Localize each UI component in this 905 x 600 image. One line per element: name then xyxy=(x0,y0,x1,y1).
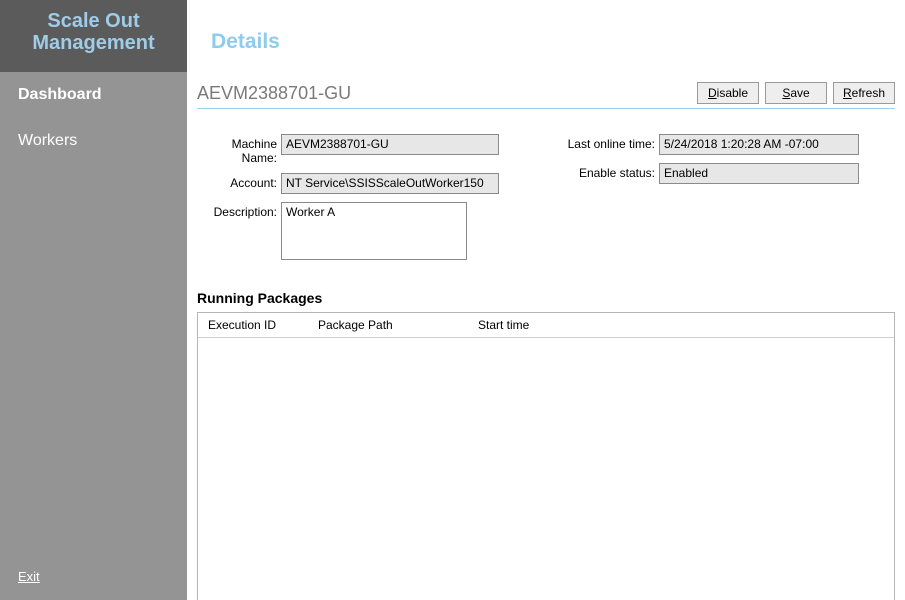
label-last-online: Last online time: xyxy=(555,134,659,151)
row-account: Account: NT Service\SSISScaleOutWorker15… xyxy=(197,173,537,194)
sidebar-footer: Exit xyxy=(18,568,40,586)
field-description[interactable] xyxy=(281,202,467,260)
label-machine-name: Machine Name: xyxy=(197,134,281,165)
app-root: Scale Out Management Dashboard Workers E… xyxy=(0,0,905,600)
col-execution-id[interactable]: Execution ID xyxy=(198,318,308,332)
main: Details AEVM2388701-GU Disable Save Refr… xyxy=(187,0,905,600)
sidebar-item-dashboard[interactable]: Dashboard xyxy=(0,72,187,118)
running-packages-section: Running Packages Execution ID Package Pa… xyxy=(197,290,895,600)
app-title: Scale Out Management xyxy=(0,10,187,54)
field-machine-name: AEVM2388701-GU xyxy=(281,134,499,155)
refresh-rest: efresh xyxy=(852,86,885,100)
row-machine-name: Machine Name: AEVM2388701-GU xyxy=(197,134,537,165)
field-last-online: 5/24/2018 1:20:28 AM -07:00 xyxy=(659,134,859,155)
sidebar-item-label: Workers xyxy=(18,132,77,149)
row-description: Description: xyxy=(197,202,537,260)
sidebar-header: Scale Out Management xyxy=(0,0,187,72)
label-enable-status: Enable status: xyxy=(555,163,659,180)
machine-heading: AEVM2388701-GU xyxy=(197,83,351,104)
running-packages-title: Running Packages xyxy=(197,290,895,306)
label-account: Account: xyxy=(197,173,281,190)
form-area: Machine Name: AEVM2388701-GU Account: NT… xyxy=(197,134,895,260)
form-col-right: Last online time: 5/24/2018 1:20:28 AM -… xyxy=(555,134,895,260)
refresh-mn: R xyxy=(843,86,852,100)
sidebar-item-workers[interactable]: Workers xyxy=(0,118,187,164)
sidebar: Scale Out Management Dashboard Workers E… xyxy=(0,0,187,600)
disable-button[interactable]: Disable xyxy=(697,82,759,104)
subheader: AEVM2388701-GU Disable Save Refresh xyxy=(197,82,895,109)
app-title-line1: Scale Out xyxy=(47,10,139,32)
field-account: NT Service\SSISScaleOutWorker150 xyxy=(281,173,499,194)
refresh-button[interactable]: Refresh xyxy=(833,82,895,104)
col-start-time[interactable]: Start time xyxy=(468,318,588,332)
exit-mnemonic: E xyxy=(18,569,27,584)
save-button[interactable]: Save xyxy=(765,82,827,104)
disable-mn: D xyxy=(708,86,717,100)
save-rest: ave xyxy=(790,86,809,100)
action-buttons: Disable Save Refresh xyxy=(697,82,895,104)
sidebar-item-label: Dashboard xyxy=(18,86,102,103)
col-package-path[interactable]: Package Path xyxy=(308,318,468,332)
exit-link[interactable]: Exit xyxy=(18,569,40,584)
grid-header: Execution ID Package Path Start time xyxy=(198,313,894,338)
running-packages-grid: Execution ID Package Path Start time xyxy=(197,312,895,600)
form-col-left: Machine Name: AEVM2388701-GU Account: NT… xyxy=(197,134,537,260)
disable-rest: isable xyxy=(717,86,748,100)
field-enable-status: Enabled xyxy=(659,163,859,184)
app-title-line2: Management xyxy=(32,32,154,54)
row-enable-status: Enable status: Enabled xyxy=(555,163,895,184)
main-header: Details xyxy=(187,0,905,54)
exit-rest: xit xyxy=(27,569,40,584)
page-title: Details xyxy=(211,30,905,54)
row-last-online: Last online time: 5/24/2018 1:20:28 AM -… xyxy=(555,134,895,155)
label-description: Description: xyxy=(197,202,281,219)
